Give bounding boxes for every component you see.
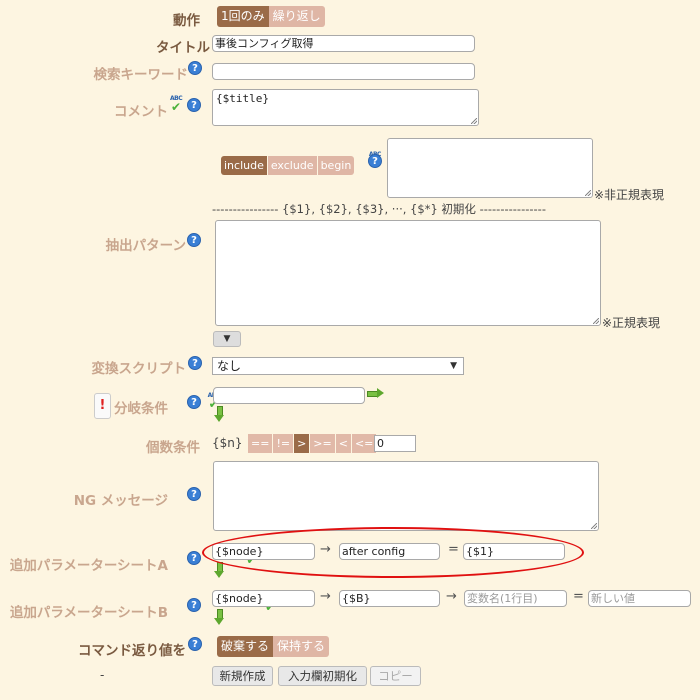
- search-keyword-input[interactable]: [212, 63, 475, 80]
- comment-label: コメント: [114, 104, 168, 120]
- spellcheck-icon[interactable]: ABC✔: [170, 95, 185, 114]
- convert-script-select[interactable]: なし ▼: [212, 357, 464, 375]
- op-lt-option[interactable]: <: [335, 434, 351, 453]
- search-keyword-label: 検索キーワード: [94, 63, 189, 83]
- param-sheet-a-label: 追加パラメーターシートA: [9, 558, 168, 574]
- param-b-node-input[interactable]: {$node}: [212, 590, 315, 607]
- non-regex-note: ※非正規表現: [594, 188, 665, 202]
- match-mode-toggle: include exclude begin: [221, 156, 355, 175]
- count-operator-toggle: == != > >= < <=: [248, 434, 377, 453]
- action-repeat-option[interactable]: 繰り返し: [268, 6, 325, 27]
- op-eq-option[interactable]: ==: [248, 434, 273, 453]
- convert-script-selected: なし: [217, 359, 242, 373]
- spellcheck-icon-mark: ✔: [171, 100, 182, 114]
- param-b-sheet-input[interactable]: {$B}: [339, 590, 440, 607]
- convert-script-help-icon[interactable]: ?: [188, 356, 202, 370]
- branch-condition-help-icon[interactable]: ?: [187, 395, 201, 409]
- action-label: 動作: [173, 13, 200, 29]
- count-condition-label: 個数条件: [146, 440, 200, 456]
- param-b-equals: =: [573, 589, 584, 604]
- search-keyword-help-icon[interactable]: ?: [188, 61, 202, 75]
- action-toggle: 1回のみ 繰り返し: [217, 6, 325, 27]
- include-option[interactable]: include: [221, 156, 267, 175]
- param-b-arrow-1: →: [320, 589, 331, 604]
- match-mode-help-icon[interactable]: ?: [368, 154, 382, 168]
- search-keyword-label-text: 検索キーワード: [93, 67, 189, 83]
- exclude-option[interactable]: exclude: [267, 156, 317, 175]
- branch-condition-input[interactable]: [213, 387, 365, 404]
- copy-button[interactable]: コピー: [370, 666, 421, 686]
- keep-option[interactable]: 保持する: [273, 636, 330, 657]
- extract-pattern-help-icon[interactable]: ?: [187, 233, 201, 247]
- param-b-varname-input[interactable]: 変数名(1行目): [464, 590, 567, 607]
- title-label: タイトル: [156, 40, 210, 56]
- count-var: {$n}: [212, 436, 243, 450]
- branch-down-arrow-icon: [214, 406, 224, 422]
- op-le-option[interactable]: <=: [351, 434, 377, 453]
- extract-pattern-label: 抽出パターン: [105, 238, 186, 254]
- ng-message-label: NG メッセージ: [73, 493, 168, 509]
- command-return-toggle: 破棄する 保持する: [217, 636, 330, 657]
- param-b-newvalue-input[interactable]: 新しい値: [588, 590, 691, 607]
- expand-toggle-button[interactable]: ▼: [213, 331, 241, 347]
- begin-option[interactable]: begin: [317, 156, 355, 175]
- ng-message-textarea[interactable]: [213, 461, 599, 531]
- discard-option[interactable]: 破棄する: [217, 636, 274, 657]
- extract-pattern-textarea[interactable]: [215, 220, 601, 326]
- branch-condition-label: 分岐条件: [114, 401, 168, 417]
- init-line: ---------------- {$1}, {$2}, {$3}, ···, …: [212, 202, 546, 216]
- regex-note: ※正規表現: [602, 316, 661, 330]
- param-a-down-arrow-icon: [214, 562, 224, 578]
- action-once-option[interactable]: 1回のみ: [217, 6, 269, 27]
- param-sheet-b-label: 追加パラメーターシートB: [9, 605, 168, 621]
- title-input[interactable]: 事後コンフィグ取得: [212, 35, 475, 52]
- op-ne-option[interactable]: !=: [273, 434, 294, 453]
- convert-script-label: 変換スクリプト: [91, 361, 187, 377]
- highlight-ellipse: [202, 527, 584, 578]
- op-gt-option[interactable]: >: [294, 434, 310, 453]
- param-sheet-a-help-icon[interactable]: ?: [187, 551, 201, 565]
- param-b-arrow-2: →: [446, 589, 457, 604]
- param-b-down-arrow-icon: [214, 609, 224, 625]
- branch-right-arrow-icon: [367, 388, 385, 398]
- comment-help-icon[interactable]: ?: [187, 98, 201, 112]
- footer-dash: -: [100, 668, 105, 682]
- chevron-down-icon: ▼: [450, 361, 457, 371]
- new-button[interactable]: 新規作成: [212, 666, 273, 686]
- comment-textarea[interactable]: {$title}: [212, 89, 479, 126]
- ng-message-help-icon[interactable]: ?: [187, 487, 201, 501]
- reset-button[interactable]: 入力欄初期化: [278, 666, 367, 686]
- op-ge-option[interactable]: >=: [310, 434, 335, 453]
- command-return-label: コマンド返り値を: [78, 643, 186, 659]
- command-return-help-icon[interactable]: ?: [188, 637, 202, 651]
- count-value-input[interactable]: 0: [374, 435, 416, 452]
- warning-icon[interactable]: !: [94, 393, 111, 419]
- param-sheet-b-help-icon[interactable]: ?: [187, 598, 201, 612]
- match-pattern-textarea[interactable]: [387, 138, 593, 198]
